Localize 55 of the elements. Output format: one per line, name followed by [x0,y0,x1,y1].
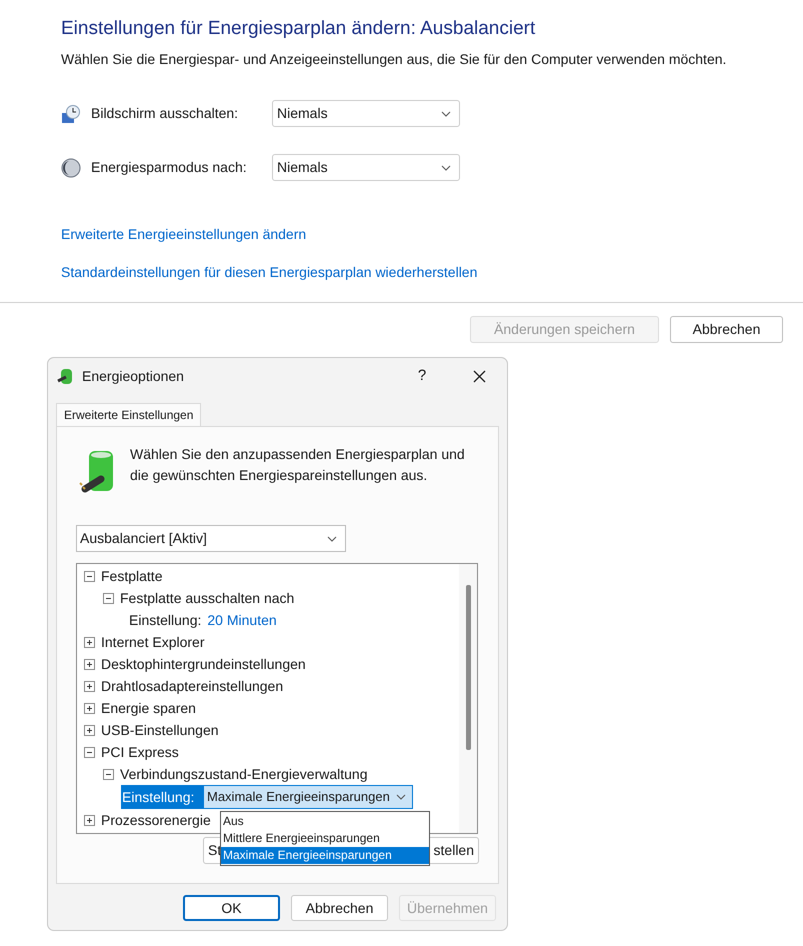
setting-label: Einstellung: [121,785,203,809]
tree-item[interactable]: PCI Express [101,742,179,762]
dropdown-option[interactable]: Mittlere Energieeinsparungen [221,830,429,847]
setting-label: Energiesparmodus nach: [91,158,248,177]
setting-dropdown[interactable]: Maximale Energieeinsparungen [203,785,413,809]
setting-value[interactable]: 20 Minuten [207,610,277,630]
tab[interactable]: Erweiterte Einstellungen [56,403,202,426]
dialog-intro: Wählen Sie den anzupassenden Energiesparplan und die gewünschten Energiespareinstellungen aus. [130,445,466,485]
monitor-clock-icon [61,104,81,124]
collapse-icon[interactable] [103,768,114,780]
tree-item[interactable]: Festplatte [101,566,162,586]
chevron-down-icon [441,110,451,116]
tree-item[interactable]: Drahtlosadaptereinstellungen [101,676,284,696]
page-description: Wählen Sie die Energiespar- und Anzeigeeinstellungen aus, die Sie für den Computer verwenden möchten. [61,50,728,69]
dropdown-value: Niemals [277,158,328,177]
expand-icon[interactable] [84,814,95,826]
setting-label: Bildschirm ausschalten: [91,104,240,123]
dropdown-option[interactable]: Maximale Energieeinsparungen [221,847,429,864]
setting-label: Einstellung: [128,610,202,630]
expand-icon[interactable] [84,680,95,692]
chevron-down-icon [441,164,451,170]
tree-item[interactable]: Desktophintergrundeinstellungen [101,654,306,674]
plan-dropdown[interactable]: Ausbalanciert [Aktiv] [76,525,346,552]
page-title: Einstellungen für Energiesparplan ändern: Ausbalanciert [61,17,536,41]
expand-icon[interactable] [84,636,95,648]
tree-item[interactable]: Festplatte ausschalten nach [120,588,294,608]
cancel-button[interactable]: Abbrechen [291,895,388,921]
collapse-icon[interactable] [84,570,95,582]
tree-item[interactable]: Internet Explorer [101,632,204,652]
expand-icon[interactable] [84,724,95,736]
scrollbar-thumb[interactable] [466,585,470,750]
settings-link[interactable]: Standardeinstellungen für diesen Energiesparplan wiederherstellen [61,262,478,282]
expand-icon[interactable] [84,658,95,670]
ok-button[interactable]: OK [183,895,280,921]
close-icon [472,370,486,383]
settings-link[interactable]: Erweiterte Energieeinstellungen ändern [61,224,306,244]
chevron-down-icon [327,536,337,542]
collapse-icon[interactable] [84,746,95,758]
tree-item[interactable]: USB-Einstellungen [101,720,219,740]
chevron-down-icon [396,794,406,800]
expand-icon[interactable] [84,702,95,714]
setting-dropdown[interactable]: Niemals [272,100,460,127]
cancel-button[interactable]: Abbrechen [670,316,783,343]
moon-icon [61,158,81,178]
tree-item[interactable]: Prozessorenergie [101,810,211,830]
tree-item[interactable]: Verbindungszustand-Energieverwaltung [120,764,368,784]
collapse-icon[interactable] [103,592,114,604]
setting-dropdown[interactable]: Niemals [272,154,460,181]
dropdown-value: Ausbalanciert [Aktiv] [80,529,207,548]
tree-item[interactable]: Energie sparen [101,698,196,718]
dropdown-option[interactable]: Aus [221,813,429,830]
dropdown-value: Niemals [277,104,328,123]
dialog-title: Energieoptionen [82,367,185,386]
help-button[interactable]: ? [402,365,442,388]
dropdown-value: Maximale Energieeinsparungen [207,788,390,806]
